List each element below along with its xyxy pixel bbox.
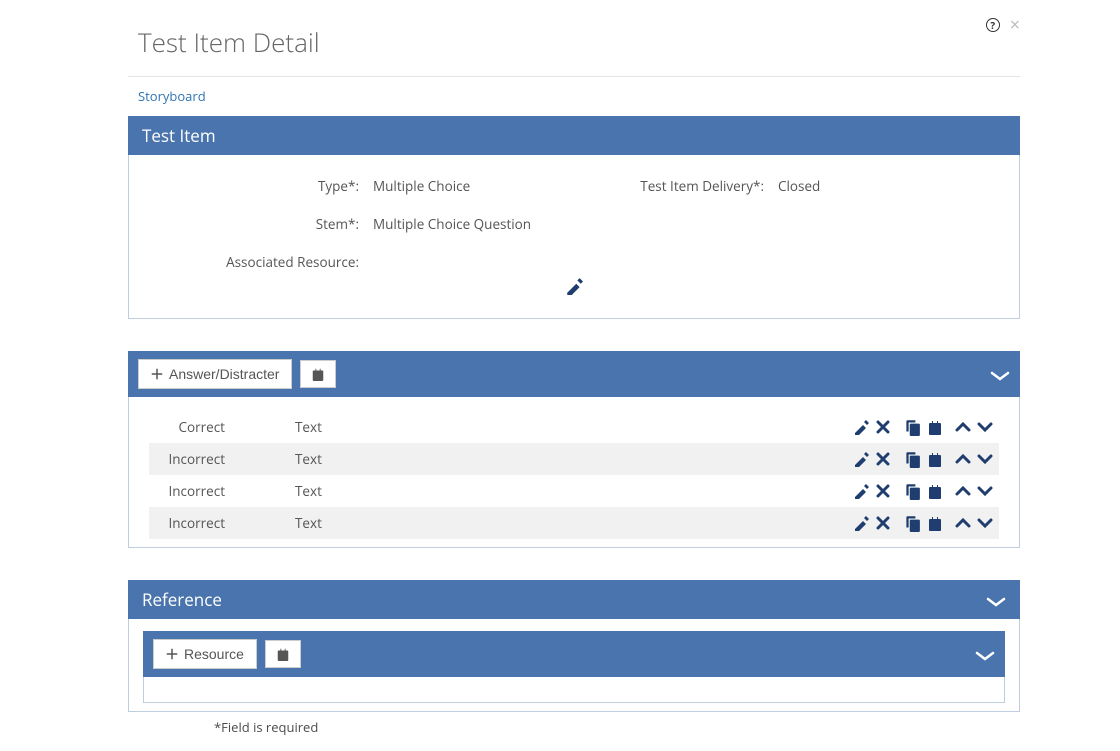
paste-icon[interactable] bbox=[927, 450, 943, 468]
collapse-reference-icon[interactable] bbox=[986, 593, 1006, 607]
page-title: Test Item Detail bbox=[138, 24, 320, 60]
paste-icon[interactable] bbox=[927, 482, 943, 500]
panel-header-test-item: Test Item bbox=[128, 116, 1020, 155]
move-down-icon[interactable] bbox=[977, 482, 993, 500]
copy-icon[interactable] bbox=[903, 514, 921, 532]
copy-icon[interactable] bbox=[903, 450, 921, 468]
move-down-icon[interactable] bbox=[977, 418, 993, 436]
panel-test-item: Test Item Type*: Multiple Choice Test It… bbox=[128, 116, 1020, 319]
move-down-icon[interactable] bbox=[977, 514, 993, 532]
paste-icon bbox=[276, 647, 290, 661]
answer-correctness-label: Incorrect bbox=[155, 450, 265, 468]
value-type: Multiple Choice bbox=[373, 177, 603, 195]
answer-row: IncorrectText bbox=[149, 475, 999, 507]
paste-icon[interactable] bbox=[927, 418, 943, 436]
edit-icon[interactable] bbox=[853, 450, 869, 468]
answer-row: CorrectText bbox=[149, 411, 999, 443]
divider bbox=[128, 76, 1020, 77]
help-icon[interactable]: ? bbox=[986, 18, 1000, 32]
panel-title: Test Item bbox=[142, 124, 216, 147]
add-resource-button[interactable]: Resource bbox=[153, 639, 257, 669]
move-up-icon[interactable] bbox=[955, 482, 971, 500]
answer-correctness-label: Correct bbox=[155, 418, 265, 436]
label-type: Type*: bbox=[147, 177, 363, 195]
label-associated-resource: Associated Resource: bbox=[147, 253, 363, 271]
delete-icon[interactable] bbox=[875, 482, 891, 500]
answer-correctness-label: Incorrect bbox=[155, 514, 265, 532]
delete-icon[interactable] bbox=[875, 450, 891, 468]
plus-icon bbox=[166, 648, 178, 660]
paste-icon[interactable] bbox=[927, 514, 943, 532]
plus-icon bbox=[151, 368, 163, 380]
label-delivery: Test Item Delivery*: bbox=[613, 177, 768, 195]
answer-text: Text bbox=[265, 418, 793, 436]
move-up-icon[interactable] bbox=[955, 514, 971, 532]
delete-icon[interactable] bbox=[875, 418, 891, 436]
close-icon[interactable]: × bbox=[1010, 18, 1020, 32]
edit-icon[interactable] bbox=[853, 418, 869, 436]
answer-text: Text bbox=[265, 450, 793, 468]
delete-icon[interactable] bbox=[875, 514, 891, 532]
add-resource-label: Resource bbox=[184, 646, 244, 662]
panel-answers: Answer/Distracter CorrectTextIncorrectTe… bbox=[128, 351, 1020, 548]
answer-correctness-label: Incorrect bbox=[155, 482, 265, 500]
reference-toolbar: Resource bbox=[143, 631, 1005, 677]
value-delivery: Closed bbox=[778, 177, 1001, 195]
label-stem: Stem*: bbox=[147, 215, 363, 233]
answer-text: Text bbox=[265, 482, 793, 500]
add-answer-label: Answer/Distracter bbox=[169, 366, 279, 382]
panel-title-reference: Reference bbox=[142, 588, 222, 611]
answer-text: Text bbox=[265, 514, 793, 532]
panel-header-reference: Reference bbox=[128, 580, 1020, 619]
collapse-answers-icon[interactable] bbox=[990, 367, 1010, 381]
edit-icon[interactable] bbox=[853, 482, 869, 500]
panel-reference: Reference Resource bbox=[128, 580, 1020, 712]
copy-icon[interactable] bbox=[903, 482, 921, 500]
add-answer-button[interactable]: Answer/Distracter bbox=[138, 359, 292, 389]
required-footnote: *Field is required bbox=[128, 718, 1020, 736]
paste-resource-button[interactable] bbox=[265, 640, 301, 668]
answer-row: IncorrectText bbox=[149, 443, 999, 475]
move-up-icon[interactable] bbox=[955, 418, 971, 436]
move-down-icon[interactable] bbox=[977, 450, 993, 468]
copy-icon[interactable] bbox=[903, 418, 921, 436]
answer-row: IncorrectText bbox=[149, 507, 999, 539]
answers-toolbar: Answer/Distracter bbox=[128, 351, 1020, 397]
tab-storyboard[interactable]: Storyboard bbox=[138, 87, 206, 105]
value-associated-resource bbox=[373, 253, 1001, 271]
collapse-resource-list-icon[interactable] bbox=[975, 647, 995, 661]
resource-list bbox=[143, 677, 1005, 703]
edit-icon[interactable] bbox=[853, 514, 869, 532]
paste-answer-button[interactable] bbox=[300, 360, 336, 388]
paste-icon bbox=[311, 367, 325, 381]
move-up-icon[interactable] bbox=[955, 450, 971, 468]
value-stem: Multiple Choice Question bbox=[373, 215, 1001, 233]
edit-test-item-icon[interactable] bbox=[565, 277, 583, 295]
